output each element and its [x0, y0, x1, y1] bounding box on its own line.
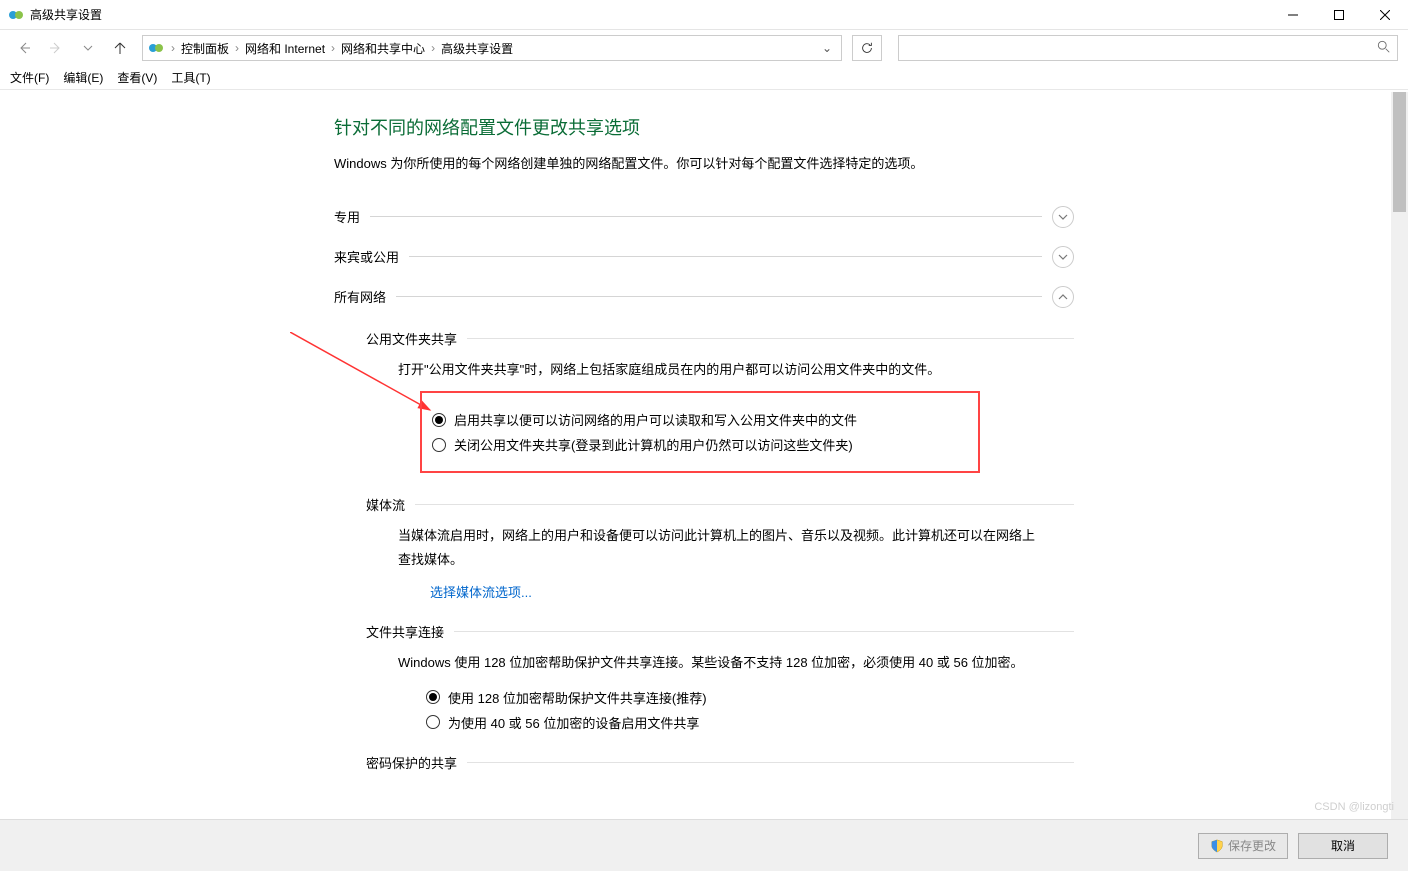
- breadcrumb-segment[interactable]: 网络和共享中心: [337, 40, 429, 57]
- refresh-button[interactable]: [852, 35, 882, 61]
- subsection-fileconn: 文件共享连接 Windows 使用 128 位加密帮助保护文件共享连接。某些设备…: [366, 622, 1074, 734]
- divider: [370, 216, 1042, 217]
- scrollbar-thumb[interactable]: [1393, 92, 1406, 212]
- watermark: CSDN @lizongti: [1314, 801, 1394, 813]
- subsection-public-folder: 公用文件夹共享 打开"公用文件夹共享"时，网络上包括家庭组成员在内的用户都可以访…: [366, 329, 1074, 473]
- divider: [467, 762, 1074, 763]
- save-button[interactable]: 保存更改: [1198, 833, 1288, 859]
- navbar: › 控制面板 › 网络和 Internet › 网络和共享中心 › 高级共享设置…: [0, 30, 1408, 66]
- radio-label: 关闭公用文件夹共享(登录到此计算机的用户仍然可以访问这些文件夹): [454, 435, 853, 454]
- shield-icon: [1210, 839, 1224, 853]
- search-icon[interactable]: [1377, 40, 1391, 57]
- radio-public-disable[interactable]: 关闭公用文件夹共享(登录到此计算机的用户仍然可以访问这些文件夹): [432, 432, 974, 457]
- radio-public-enable[interactable]: 启用共享以便可以访问网络的用户可以读取和写入公用文件夹中的文件: [432, 407, 974, 432]
- section-all-header[interactable]: 所有网络: [334, 277, 1074, 317]
- chevron-down-icon[interactable]: [1052, 206, 1074, 228]
- close-button[interactable]: [1362, 0, 1408, 30]
- section-private-label: 专用: [334, 207, 360, 226]
- chevron-down-icon[interactable]: [1052, 246, 1074, 268]
- divider: [467, 338, 1074, 339]
- section-all-label: 所有网络: [334, 287, 386, 306]
- chevron-right-icon: ›: [169, 41, 177, 55]
- breadcrumb-segment[interactable]: 高级共享设置: [437, 40, 517, 57]
- menu-view[interactable]: 查看(V): [117, 69, 157, 86]
- breadcrumb: 控制面板 › 网络和 Internet › 网络和共享中心 › 高级共享设置: [177, 40, 817, 57]
- chevron-right-icon: ›: [329, 41, 337, 55]
- back-button[interactable]: [10, 34, 38, 62]
- minimize-button[interactable]: [1270, 0, 1316, 30]
- radio-icon: [432, 438, 446, 452]
- radio-label: 启用共享以便可以访问网络的用户可以读取和写入公用文件夹中的文件: [454, 410, 857, 429]
- cancel-button[interactable]: 取消: [1298, 833, 1388, 859]
- public-folder-desc: 打开"公用文件夹共享"时，网络上包括家庭组成员在内的用户都可以访问公用文件夹中的…: [398, 358, 1074, 381]
- chevron-right-icon: ›: [429, 41, 437, 55]
- fileconn-title: 文件共享连接: [366, 622, 444, 641]
- breadcrumb-icon: [147, 39, 165, 57]
- radio-icon: [426, 715, 440, 729]
- divider: [409, 256, 1042, 257]
- chevron-right-icon: ›: [233, 41, 241, 55]
- radio-label: 使用 128 位加密帮助保护文件共享连接(推荐): [448, 688, 707, 707]
- section-private-header[interactable]: 专用: [334, 197, 1074, 237]
- breadcrumb-segment[interactable]: 控制面板: [177, 40, 233, 57]
- page-title: 针对不同的网络配置文件更改共享选项: [334, 114, 1074, 140]
- radio-encrypt-128[interactable]: 使用 128 位加密帮助保护文件共享连接(推荐): [426, 685, 1074, 710]
- chevron-up-icon[interactable]: [1052, 286, 1074, 308]
- breadcrumb-bar[interactable]: › 控制面板 › 网络和 Internet › 网络和共享中心 › 高级共享设置…: [142, 35, 842, 61]
- cancel-label: 取消: [1331, 837, 1355, 854]
- titlebar: 高级共享设置: [0, 0, 1408, 30]
- breadcrumb-dropdown-icon[interactable]: ⌄: [817, 41, 837, 55]
- radio-icon: [432, 413, 446, 427]
- menu-edit[interactable]: 编辑(E): [63, 69, 103, 86]
- window-controls: [1270, 0, 1408, 30]
- save-label: 保存更改: [1228, 837, 1276, 854]
- divider: [454, 631, 1074, 632]
- subsection-media: 媒体流 当媒体流启用时，网络上的用户和设备便可以访问此计算机上的图片、音乐以及视…: [366, 495, 1074, 604]
- forward-button[interactable]: [42, 34, 70, 62]
- footer: 保存更改 取消: [0, 819, 1408, 871]
- subsection-password: 密码保护的共享: [366, 753, 1074, 772]
- password-title: 密码保护的共享: [366, 753, 457, 772]
- search-box[interactable]: [898, 35, 1398, 61]
- radio-label: 为使用 40 或 56 位加密的设备启用文件共享: [448, 713, 699, 732]
- breadcrumb-segment[interactable]: 网络和 Internet: [241, 40, 329, 57]
- section-guest-header[interactable]: 来宾或公用: [334, 237, 1074, 277]
- radio-encrypt-40-56[interactable]: 为使用 40 或 56 位加密的设备启用文件共享: [426, 710, 1074, 735]
- maximize-button[interactable]: [1316, 0, 1362, 30]
- menu-tools[interactable]: 工具(T): [171, 69, 210, 86]
- fileconn-desc: Windows 使用 128 位加密帮助保护文件共享连接。某些设备不支持 128…: [398, 651, 1038, 674]
- divider: [415, 504, 1074, 505]
- annotation-highlight-box: 启用共享以便可以访问网络的用户可以读取和写入公用文件夹中的文件 关闭公用文件夹共…: [420, 391, 980, 473]
- menubar: 文件(F) 编辑(E) 查看(V) 工具(T): [0, 66, 1408, 90]
- window-title: 高级共享设置: [30, 6, 102, 23]
- up-button[interactable]: [106, 34, 134, 62]
- app-icon: [8, 7, 24, 23]
- scrollbar-vertical[interactable]: [1391, 92, 1408, 819]
- recent-dropdown-icon[interactable]: [74, 34, 102, 62]
- page-description: Windows 为你所使用的每个网络创建单独的网络配置文件。你可以针对每个配置文…: [334, 154, 1074, 175]
- section-guest-label: 来宾或公用: [334, 247, 399, 266]
- menu-file[interactable]: 文件(F): [10, 69, 49, 86]
- radio-icon: [426, 690, 440, 704]
- divider: [396, 296, 1042, 297]
- public-folder-title: 公用文件夹共享: [366, 329, 457, 348]
- media-title: 媒体流: [366, 495, 405, 514]
- content-area: 针对不同的网络配置文件更改共享选项 Windows 为你所使用的每个网络创建单独…: [0, 92, 1408, 819]
- media-options-link[interactable]: 选择媒体流选项...: [430, 585, 532, 600]
- media-desc: 当媒体流启用时，网络上的用户和设备便可以访问此计算机上的图片、音乐以及视频。此计…: [398, 524, 1038, 571]
- search-input[interactable]: [905, 40, 1377, 56]
